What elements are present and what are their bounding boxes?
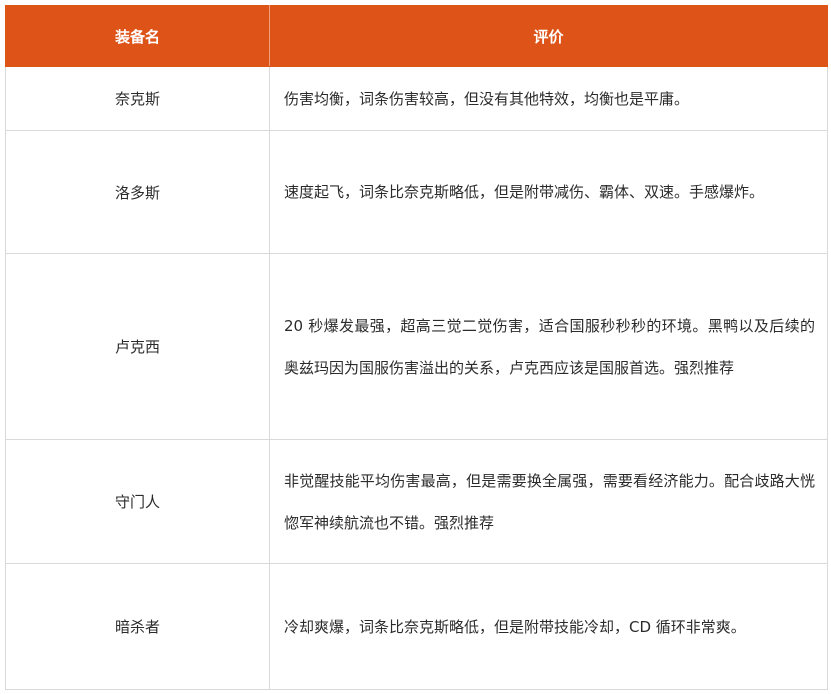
table-row: 奈克斯 伤害均衡，词条伤害较高，但没有其他特效，均衡也是平庸。: [5, 66, 828, 131]
equipment-review-table: 装备名 评价 奈克斯 伤害均衡，词条伤害较高，但没有其他特效，均衡也是平庸。 洛…: [5, 5, 828, 690]
review-cell: 速度起飞，词条比奈克斯略低，但是附带减伤、霸体、双速。手感爆炸。: [269, 130, 828, 254]
header-review: 评价: [269, 5, 828, 67]
equipment-name-cell: 卢克西: [5, 253, 270, 440]
review-cell: 非觉醒技能平均伤害最高，但是需要换全属强，需要看经济能力。配合歧路大恍惚军神续航…: [269, 439, 828, 564]
equipment-name-cell: 洛多斯: [5, 130, 270, 254]
header-equipment-name: 装备名: [5, 5, 270, 67]
equipment-name-cell: 守门人: [5, 439, 270, 564]
equipment-name-cell: 奈克斯: [5, 66, 270, 131]
header-row: 装备名 评价: [5, 5, 828, 67]
table-row: 洛多斯 速度起飞，词条比奈克斯略低，但是附带减伤、霸体、双速。手感爆炸。: [5, 130, 828, 254]
table-row: 暗杀者 冷却爽爆，词条比奈克斯略低，但是附带技能冷却，CD 循环非常爽。: [5, 563, 828, 690]
table-row: 卢克西 20 秒爆发最强，超高三觉二觉伤害，适合国服秒秒秒的环境。黑鸭以及后续的…: [5, 253, 828, 440]
equipment-name-cell: 暗杀者: [5, 563, 270, 690]
table-row: 守门人 非觉醒技能平均伤害最高，但是需要换全属强，需要看经济能力。配合歧路大恍惚…: [5, 439, 828, 564]
review-cell: 20 秒爆发最强，超高三觉二觉伤害，适合国服秒秒秒的环境。黑鸭以及后续的奥兹玛因…: [269, 253, 828, 440]
table-header: 装备名 评价: [5, 5, 828, 67]
table-body: 奈克斯 伤害均衡，词条伤害较高，但没有其他特效，均衡也是平庸。 洛多斯 速度起飞…: [5, 66, 828, 690]
equipment-review-table-container: 装备名 评价 奈克斯 伤害均衡，词条伤害较高，但没有其他特效，均衡也是平庸。 洛…: [5, 5, 828, 690]
review-cell: 伤害均衡，词条伤害较高，但没有其他特效，均衡也是平庸。: [269, 66, 828, 131]
review-cell: 冷却爽爆，词条比奈克斯略低，但是附带技能冷却，CD 循环非常爽。: [269, 563, 828, 690]
